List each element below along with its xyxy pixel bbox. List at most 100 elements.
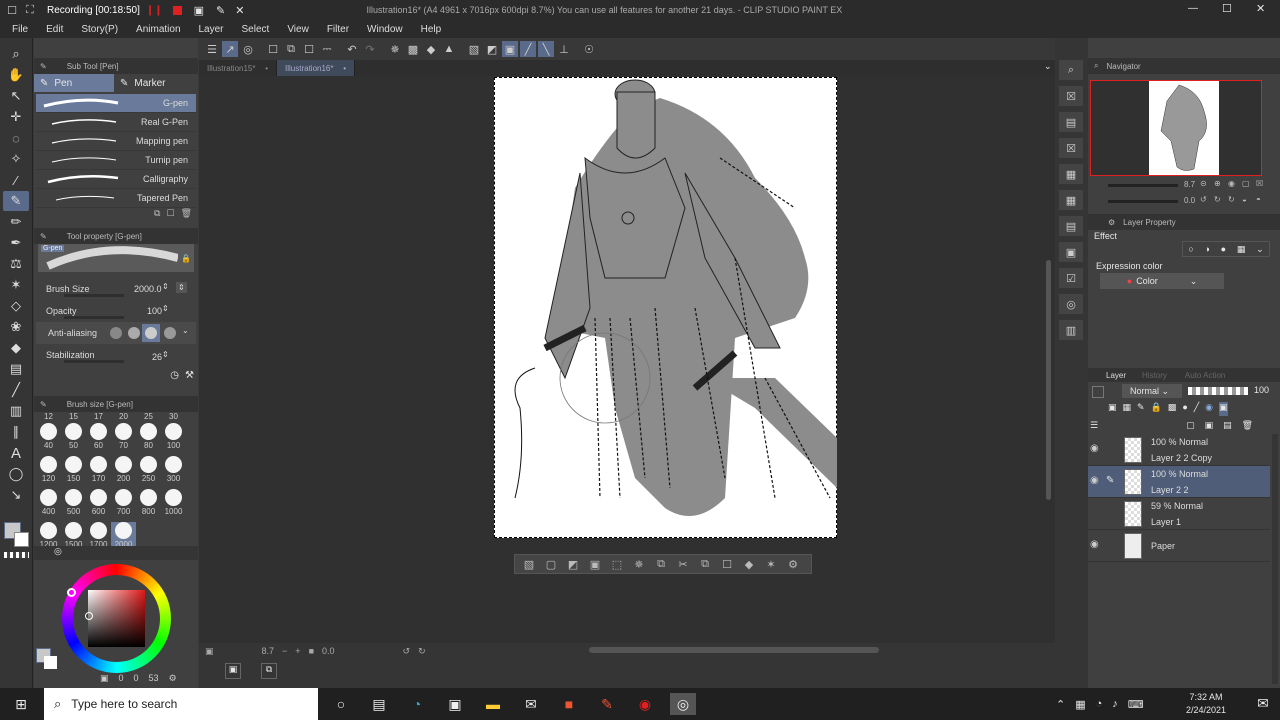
layer-search-panel-icon[interactable]: ▤ (1059, 112, 1083, 132)
antialias-none-option[interactable] (110, 327, 122, 339)
ruler-toggle-icon[interactable]: ╱ (1194, 402, 1199, 416)
zoom-in-icon[interactable]: + (295, 646, 300, 657)
rotation-slider[interactable] (1108, 200, 1178, 203)
brush-size-preset[interactable]: 250 (136, 456, 161, 487)
horizontal-scrollbar[interactable] (589, 647, 879, 653)
color-settings-icon[interactable]: ⚙ (169, 673, 177, 684)
show-hidden-icons-icon[interactable]: ⌃ (1056, 698, 1065, 711)
menu-file[interactable]: File (0, 24, 37, 35)
brush-size-preset[interactable]: 150 (61, 456, 86, 487)
sub-view-panel-icon[interactable]: ▣ (1059, 242, 1083, 262)
snap-grid-icon[interactable]: ⊥ (556, 41, 572, 57)
border-effect-icon[interactable]: ○ (1188, 244, 1193, 254)
rotate-right-icon[interactable]: ↻ (418, 646, 426, 657)
mask-effect-icon[interactable]: ▦ (1237, 244, 1246, 255)
navigator-fill-icon[interactable]: ☒ (1256, 179, 1263, 188)
rotate-left-icon[interactable]: ↺ (403, 646, 411, 657)
brush-size-preset[interactable]: 600 (86, 489, 111, 520)
file-explorer-icon[interactable]: ▬ (480, 693, 506, 715)
cut-paste-icon[interactable]: ✂ (674, 556, 692, 572)
cortana-icon[interactable]: ○ (328, 693, 354, 715)
brush-item-real-g-pen[interactable]: Real G-Pen (36, 113, 196, 132)
fill-icon[interactable]: ▲ (441, 41, 457, 57)
angle-value[interactable]: 0.0 (322, 646, 335, 657)
clip-studio-icon[interactable]: ◎ (240, 41, 256, 57)
stabilization-slider[interactable] (64, 360, 124, 363)
layer-opacity-value[interactable]: 100 (1254, 385, 1269, 395)
color-palette-icon[interactable]: ◉ (1205, 402, 1213, 416)
color-history-panel-icon[interactable]: ▦ (1059, 190, 1083, 210)
gradient-tool-icon[interactable]: ▤ (3, 359, 29, 379)
copy-subtool-icon[interactable]: ⧉ (154, 208, 160, 222)
layer-color-square-icon[interactable] (1092, 386, 1104, 398)
brush-item-calligraphy[interactable]: Calligraphy (36, 170, 196, 189)
store-icon[interactable]: ▣ (442, 693, 468, 715)
text-tool-icon[interactable]: A (3, 443, 29, 463)
opacity-stepper-icon[interactable]: ⇕ (162, 304, 169, 313)
antialias-medium-option[interactable] (142, 324, 160, 342)
menu-select[interactable]: Select (233, 24, 279, 35)
invert-selection-icon[interactable]: ◩ (484, 41, 500, 57)
eraser-tool-icon[interactable]: ◇ (3, 296, 29, 316)
pressure-settings-icon[interactable]: ⇕ (176, 282, 187, 293)
menu-layer[interactable]: Layer (190, 24, 233, 35)
brush-size-preset[interactable]: 400 (36, 489, 61, 520)
info-panel-icon[interactable]: ▥ (1059, 320, 1083, 340)
zoom-tool-icon[interactable]: ⌕ (3, 44, 29, 64)
opacity-slider[interactable] (64, 316, 124, 319)
layer-row[interactable]: ◉ ✎ 100 % Normal Layer 2 2 (1088, 466, 1270, 498)
secondary-sub-swatch[interactable] (44, 656, 57, 669)
navigator-preview[interactable] (1090, 80, 1262, 176)
crop-icon[interactable]: ▢ (542, 556, 560, 572)
close-tab-icon[interactable]: • (343, 64, 346, 73)
selection-pattern-icon[interactable]: ✶ (762, 556, 780, 572)
fullscreen-icon[interactable]: ⛶ (22, 2, 38, 18)
eye-icon[interactable]: ◉ (1090, 443, 1099, 454)
tab-marker[interactable]: ✎ Marker (114, 74, 196, 92)
stop-recording-icon[interactable] (172, 5, 182, 15)
new-raster-layer-icon[interactable]: ▢ (1186, 420, 1195, 434)
export-icon[interactable]: ⎓ (319, 41, 335, 57)
frame-border-tool-icon[interactable]: ▥ (3, 401, 29, 421)
clip-studio-pen-icon[interactable]: ✎ (594, 693, 620, 715)
zoom-icon[interactable]: ▣ (205, 646, 214, 657)
navigator-zoom-in-icon[interactable]: ⊕ (1214, 179, 1221, 188)
tab-layer[interactable]: Layer (1088, 371, 1130, 380)
zoom-stop-icon[interactable]: ■ (309, 646, 314, 657)
lock-layer-icon[interactable]: 🔒 (1151, 402, 1162, 416)
invert-icon[interactable]: ◩ (564, 556, 582, 572)
item-bank-panel-icon[interactable]: ☑ (1059, 268, 1083, 288)
brush-item-mapping-pen[interactable]: Mapping pen (36, 132, 196, 151)
maximize-button[interactable]: ☐ (1222, 2, 1232, 15)
navigator-panel-icon[interactable]: ⌕ (1059, 60, 1083, 80)
rotate-cw-icon[interactable]: ↻ (1214, 195, 1221, 204)
pencil-tool-icon[interactable]: ✏ (3, 212, 29, 232)
eye-icon[interactable]: ◉ (1090, 475, 1099, 486)
layer-view-toggle-icon[interactable]: ⧉ (261, 663, 277, 679)
brush-size-preset[interactable]: 700 (111, 489, 136, 520)
brush-size-preset[interactable]: 120 (36, 456, 61, 487)
mask-toggle-icon[interactable]: ● (1182, 402, 1187, 416)
brush-size-preset[interactable]: 100 (161, 423, 186, 454)
correct-line-tool-icon[interactable]: ↘ (3, 485, 29, 505)
effect-chevron-icon[interactable]: ⌄ (1256, 244, 1264, 255)
navigator-fit-icon[interactable]: ◉ (1228, 179, 1235, 188)
menu-icon[interactable]: ☰ (204, 41, 220, 57)
move-layer-tool-icon[interactable]: ✛ (3, 107, 29, 127)
scale-icon[interactable]: ☐ (718, 556, 736, 572)
navigator-angle-value[interactable]: 0.0 (1184, 196, 1195, 205)
edge-icon[interactable]: ◔ (404, 693, 430, 715)
layer-scrollbar[interactable] (1272, 434, 1278, 684)
brush-tool-icon[interactable]: ✒ (3, 233, 29, 253)
menu-animation[interactable]: Animation (127, 24, 189, 35)
network-icon[interactable]: ▦ (1075, 698, 1085, 711)
layer-row[interactable]: ○ 59 % Normal Layer 1 (1088, 498, 1270, 530)
reset-rotation-icon[interactable]: ↻ (1228, 195, 1235, 204)
undo-icon[interactable]: ↶ (344, 41, 360, 57)
windows-start-icon[interactable]: ⊞ (8, 693, 34, 715)
vertical-scrollbar[interactable] (1046, 260, 1051, 500)
pen-tool-icon[interactable]: ✎ (3, 191, 29, 211)
reference-layer-icon[interactable]: ▦ (1123, 402, 1132, 416)
delete-subtool-icon[interactable]: 🗑 (181, 208, 192, 222)
snap-special-ruler-icon[interactable]: ╲ (538, 41, 554, 57)
